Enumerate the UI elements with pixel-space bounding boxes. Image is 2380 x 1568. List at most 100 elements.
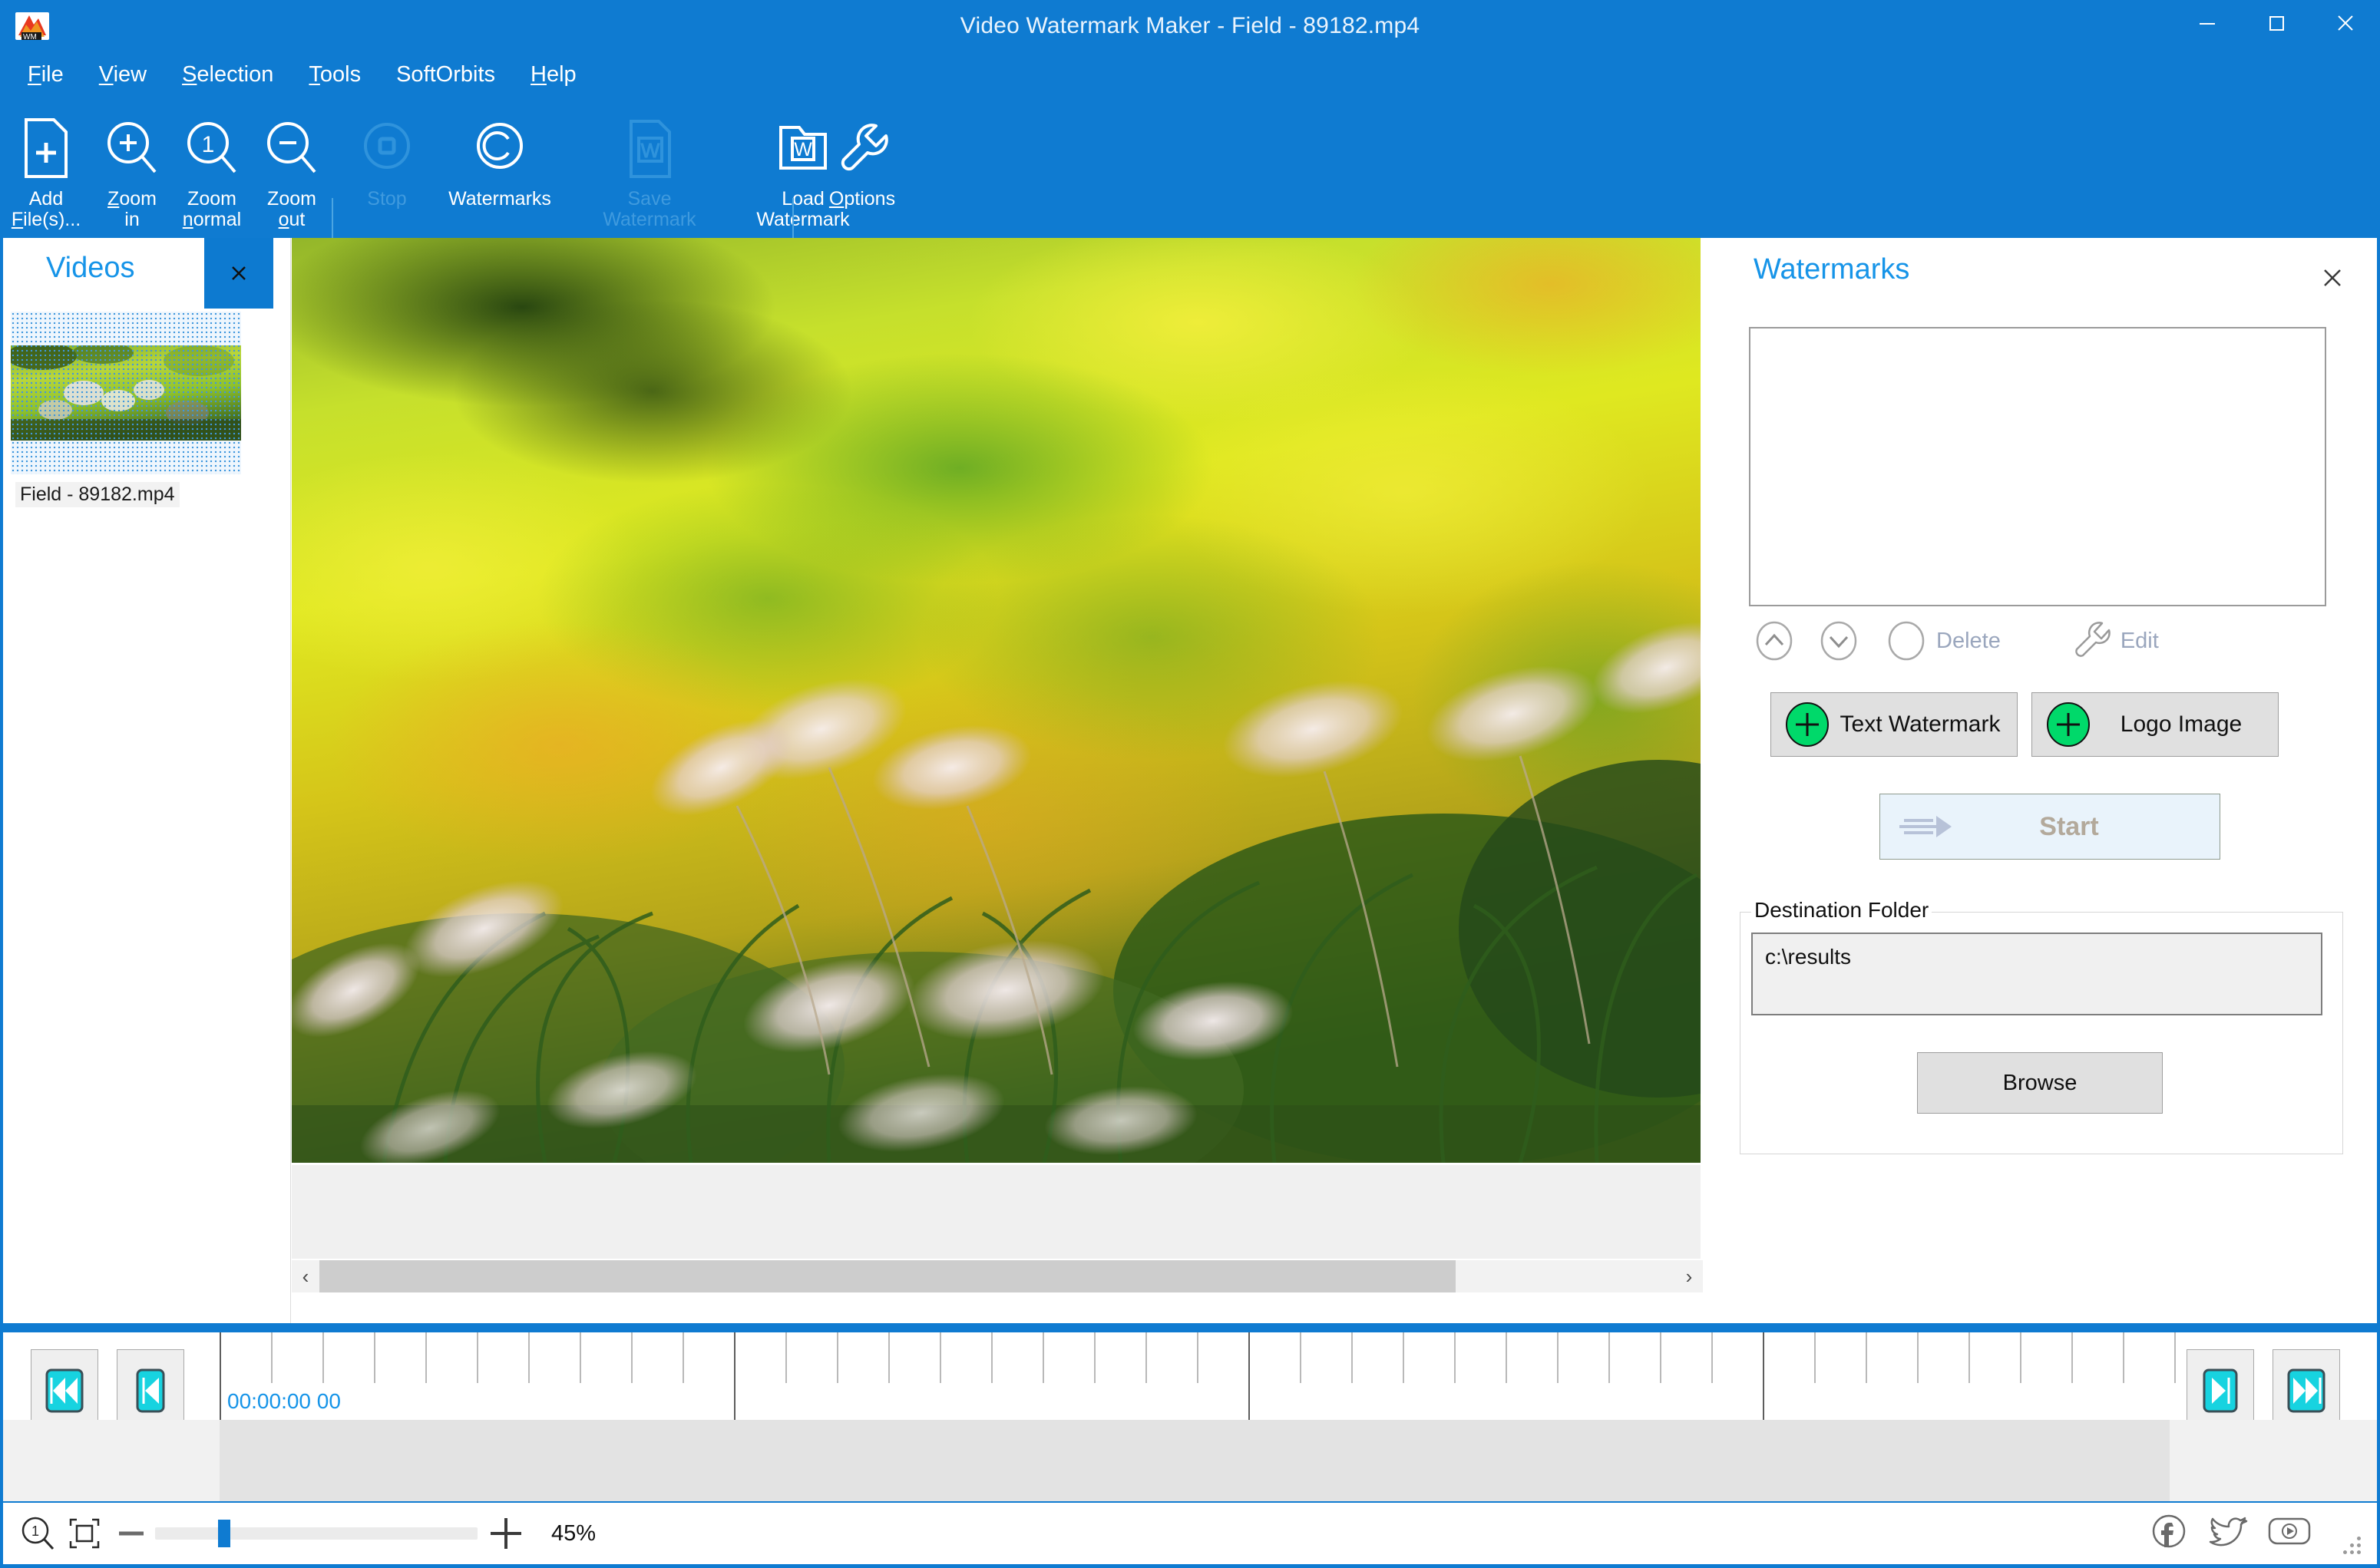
destination-folder-legend: Destination Folder xyxy=(1751,898,1932,923)
ruler-tick-minor xyxy=(322,1332,324,1383)
add-files-button[interactable]: Add File(s)... xyxy=(0,97,92,231)
ruler-tick-minor xyxy=(1506,1332,1507,1383)
ruler-tick-minor xyxy=(1968,1332,1970,1383)
save-watermark-button[interactable]: W Save Watermark xyxy=(573,97,726,231)
menu-label-help-rest: elp xyxy=(546,61,577,87)
options-button[interactable]: Options xyxy=(805,97,920,231)
toolbar: Add File(s)... Zoom in 1 Zoom normal Zoo… xyxy=(0,97,2380,321)
menu-label-softorbits: SoftOrbits xyxy=(396,61,496,87)
destination-path-input[interactable]: c:\results xyxy=(1751,933,2322,1015)
add-watermark-buttons: Text Watermark Logo Image xyxy=(1770,692,2339,757)
delete-button[interactable]: Delete xyxy=(1881,616,2001,666)
scroll-right-arrow-icon[interactable]: › xyxy=(1675,1260,1703,1292)
destination-path-value: c:\results xyxy=(1765,945,1852,969)
youtube-icon[interactable] xyxy=(2266,1513,2312,1553)
videos-panel-close-button[interactable] xyxy=(204,238,273,309)
preview-horizontal-scrollbar[interactable]: ‹ › xyxy=(292,1260,1703,1292)
videos-panel-header: Videos xyxy=(3,238,290,309)
zoom-out-button[interactable] xyxy=(107,1515,155,1552)
zoom-out-button[interactable]: Zoom out xyxy=(252,97,332,231)
menu-item-help[interactable]: Help xyxy=(531,62,577,87)
menu-label-file-rest: ile xyxy=(41,61,64,87)
plus-circle-icon xyxy=(2041,698,2095,751)
copyright-icon xyxy=(469,111,531,186)
list-item[interactable] xyxy=(11,312,241,474)
add-text-watermark-button[interactable]: Text Watermark xyxy=(1770,692,2018,757)
zoom-one-icon[interactable]: 1 xyxy=(15,1510,61,1556)
options-label: Options xyxy=(828,188,896,210)
move-up-icon xyxy=(1749,616,1800,666)
facebook-icon[interactable] xyxy=(2148,1510,2190,1556)
watermarks-list[interactable] xyxy=(1749,327,2326,606)
fit-to-window-icon[interactable] xyxy=(61,1510,107,1556)
resize-grip-icon[interactable] xyxy=(2343,1537,2363,1556)
add-logo-image-label: Logo Image xyxy=(2120,711,2243,737)
menu-item-view[interactable]: View xyxy=(99,62,147,87)
timeline-track-strip[interactable] xyxy=(3,1420,2377,1501)
ruler-tick-minor xyxy=(1403,1332,1404,1383)
ruler-tick-minor xyxy=(271,1332,273,1383)
ruler-tick-minor xyxy=(1866,1332,1867,1383)
edit-label: Edit xyxy=(2120,628,2159,653)
video-frame[interactable] xyxy=(292,238,1701,1163)
ruler-tick-minor xyxy=(528,1332,530,1383)
move-down-button[interactable] xyxy=(1813,616,1864,666)
zoom-out-icon xyxy=(261,111,322,186)
zoom-slider-knob[interactable] xyxy=(218,1520,230,1547)
video-list: Field - 89182.mp4 xyxy=(11,312,241,507)
ruler-tick-minor xyxy=(1660,1332,1661,1383)
ruler-tick-minor xyxy=(991,1332,993,1383)
stop-label: Stop xyxy=(367,188,407,210)
browse-button[interactable]: Browse xyxy=(1917,1052,2163,1114)
menu-item-file[interactable]: File xyxy=(28,62,64,87)
timeline-clip-region[interactable] xyxy=(220,1420,2170,1501)
ruler-tick-minor xyxy=(2174,1332,2176,1383)
video-preview-area: ‹ › xyxy=(292,238,1995,1328)
watermarks-panel-title: Watermarks xyxy=(1754,253,1910,286)
watermarks-panel-close-button[interactable] xyxy=(2314,259,2351,296)
zoom-level-value: 45% xyxy=(551,1520,597,1546)
ruler-tick-minor xyxy=(1300,1332,1301,1383)
zoom-in-button[interactable] xyxy=(478,1514,534,1553)
ruler-tick-minor xyxy=(888,1332,890,1383)
zoom-in-label-line2: in xyxy=(124,209,140,230)
add-logo-image-button[interactable]: Logo Image xyxy=(2031,692,2279,757)
add-files-label-line2: File(s)... xyxy=(11,209,81,230)
list-item-label: Field - 89182.mp4 xyxy=(15,482,180,507)
menu-item-softorbits[interactable]: SoftOrbits xyxy=(396,62,495,87)
ruler-tick-minor xyxy=(2020,1332,2021,1383)
ruler-tick-major xyxy=(734,1332,735,1424)
watermarks-toolbar: Delete Edit xyxy=(1749,616,2332,666)
ruler-tick-minor xyxy=(1608,1332,1610,1383)
scroll-left-arrow-icon[interactable]: ‹ xyxy=(292,1260,319,1292)
ruler-tick-minor xyxy=(1197,1332,1198,1383)
ruler-tick-minor xyxy=(1814,1332,1816,1383)
ruler-tick-minor xyxy=(1351,1332,1353,1383)
save-watermark-label-line2: Watermark xyxy=(603,209,696,230)
scrollbar-track[interactable] xyxy=(319,1260,1675,1292)
window-controls xyxy=(2173,0,2380,52)
twitter-icon[interactable] xyxy=(2206,1510,2249,1556)
ruler-tick-minor xyxy=(1557,1332,1559,1383)
close-button[interactable] xyxy=(2311,0,2380,46)
menu-item-selection[interactable]: Selection xyxy=(182,62,273,87)
zoom-slider[interactable] xyxy=(155,1520,478,1547)
ruler-tick-minor xyxy=(580,1332,581,1383)
zoom-normal-button[interactable]: 1 Zoom normal xyxy=(172,97,252,231)
start-label: Start xyxy=(2039,811,2099,841)
scrollbar-thumb[interactable] xyxy=(319,1260,1456,1292)
watermarks-button[interactable]: Watermarks xyxy=(427,97,573,231)
toolbar-group-options: Options xyxy=(805,97,920,238)
zoom-in-button[interactable]: Zoom in xyxy=(92,97,172,231)
move-up-button[interactable] xyxy=(1749,616,1800,666)
zoom-out-label-line2: out xyxy=(278,209,306,230)
ruler-tick-minor xyxy=(1917,1332,1919,1383)
ruler-tick-major xyxy=(1248,1332,1250,1424)
ruler-tick-minor xyxy=(2071,1332,2073,1383)
menu-item-tools[interactable]: Tools xyxy=(309,62,361,87)
stop-button[interactable]: Stop xyxy=(347,97,427,231)
edit-button[interactable]: Edit xyxy=(2065,616,2159,666)
maximize-button[interactable] xyxy=(2242,0,2311,46)
start-button[interactable]: Start xyxy=(1879,794,2220,860)
minimize-button[interactable] xyxy=(2173,0,2242,46)
